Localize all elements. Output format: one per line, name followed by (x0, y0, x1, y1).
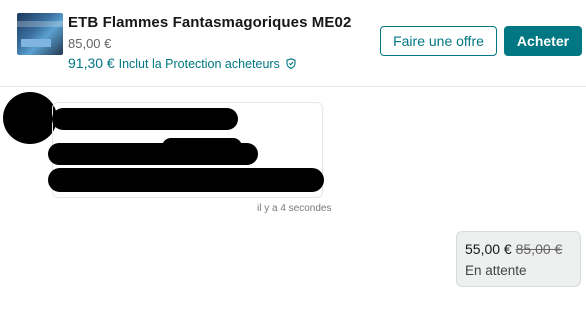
buyer-protection-text: Inclut la Protection acheteurs (118, 57, 280, 71)
buy-button[interactable]: Acheter (504, 26, 582, 56)
redacted-message-line-4 (48, 168, 324, 192)
redacted-message-line-3 (162, 138, 242, 156)
total-price-line: 91,30 € Inclut la Protection acheteurs (68, 55, 296, 72)
offer-message[interactable]: 55,00 € 85,00 € En attente (456, 231, 581, 287)
shield-icon (286, 56, 296, 72)
offer-price-line: 55,00 € 85,00 € (465, 241, 572, 257)
message-timestamp: il y a 4 secondes (257, 203, 332, 214)
item-title[interactable]: ETB Flammes Fantasmagoriques ME02 (68, 14, 351, 31)
make-offer-button[interactable]: Faire une offre (380, 26, 497, 56)
item-header: ETB Flammes Fantasmagoriques ME02 85,00 … (0, 0, 586, 87)
redacted-message-line-1 (52, 108, 238, 130)
offer-new-price: 55,00 € (465, 241, 512, 257)
item-thumbnail[interactable] (17, 13, 63, 55)
redacted-avatar (3, 92, 57, 144)
offer-old-price: 85,00 € (515, 241, 563, 257)
offer-status: En attente (465, 263, 527, 278)
total-price: 91,30 € (68, 55, 115, 71)
item-price: 85,00 € (68, 36, 112, 51)
